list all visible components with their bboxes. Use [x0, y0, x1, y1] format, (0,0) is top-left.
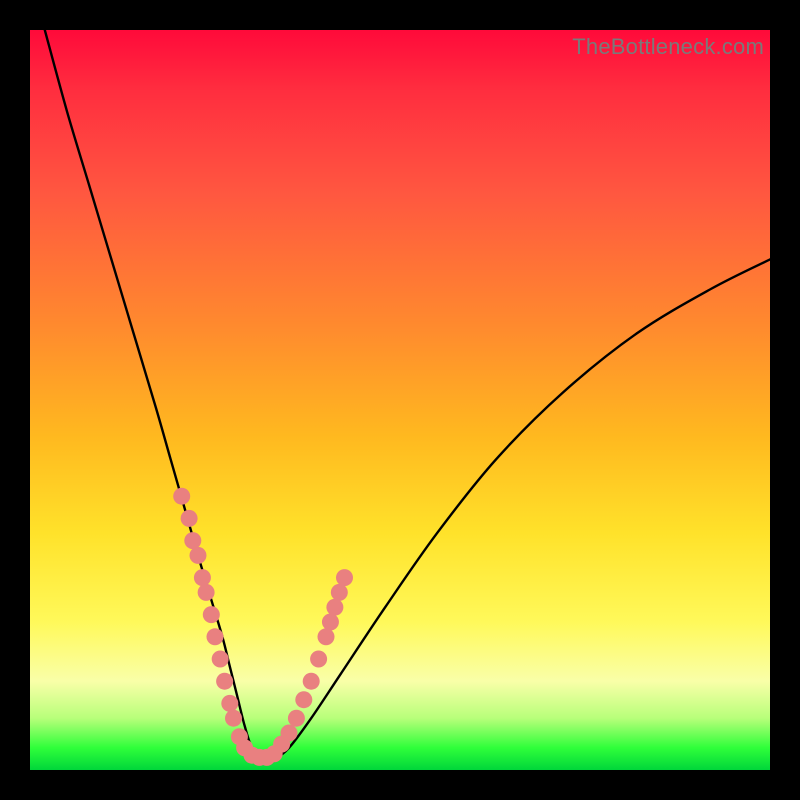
sample-point: [322, 614, 339, 631]
sample-point: [181, 510, 198, 527]
bottleneck-curve: [45, 30, 770, 760]
sample-point: [189, 547, 206, 564]
sample-point: [216, 673, 233, 690]
sample-point: [225, 710, 242, 727]
sample-point: [310, 651, 327, 668]
chart-svg: [30, 30, 770, 770]
sample-point: [173, 488, 190, 505]
plot-area: TheBottleneck.com: [30, 30, 770, 770]
sample-point: [212, 651, 229, 668]
sample-point: [303, 673, 320, 690]
sample-point: [203, 606, 220, 623]
chart-frame: TheBottleneck.com: [0, 0, 800, 800]
sample-point: [198, 584, 215, 601]
sample-point: [326, 599, 343, 616]
sample-point: [331, 584, 348, 601]
sample-point: [318, 628, 335, 645]
sample-point: [336, 569, 353, 586]
sample-point: [295, 691, 312, 708]
sample-point: [207, 628, 224, 645]
sample-points-group: [173, 488, 353, 766]
sample-point: [221, 695, 238, 712]
sample-point: [281, 725, 298, 742]
sample-point: [184, 532, 201, 549]
sample-point: [194, 569, 211, 586]
sample-point: [288, 710, 305, 727]
